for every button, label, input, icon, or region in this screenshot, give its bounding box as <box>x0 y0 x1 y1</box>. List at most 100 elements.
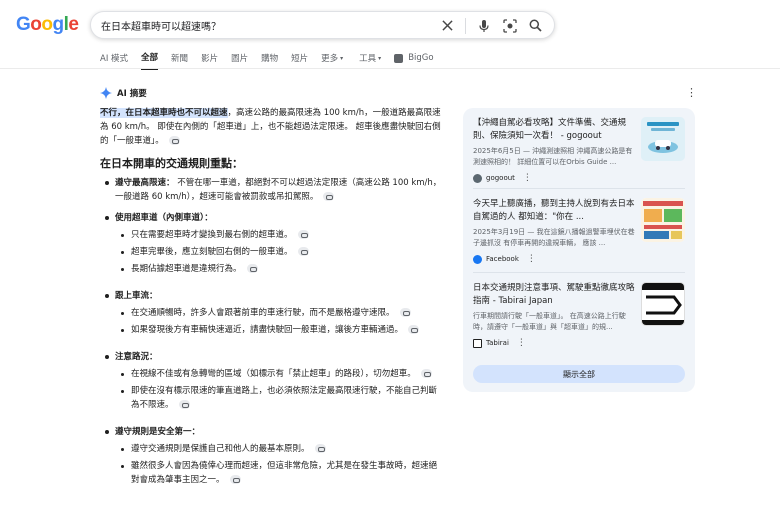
chevron-down-icon: ▾ <box>340 54 344 62</box>
sub-item-text: 如果發現後方有車輛快速逼近，請盡快駛回一般車道，讓後方車輛通過。 <box>131 325 404 335</box>
logo-letter: o <box>41 14 53 35</box>
source-title[interactable]: 【沖繩自駕必看攻略】文件準備、交通規則、保險須知一次看！ - gogoout <box>473 117 635 143</box>
sub-list-item: 遵守交通規則是保護自己和他人的最基本原則。 <box>100 442 445 456</box>
source-item[interactable]: 日本交通規則注意事項、駕駛重點徹底攻略指南 - Tabirai Japan 行車… <box>473 282 685 348</box>
tab-label: BigGo <box>408 53 434 63</box>
google-logo[interactable]: Google <box>16 14 79 36</box>
link-icon[interactable] <box>399 308 411 317</box>
link-icon[interactable] <box>168 136 180 145</box>
gogoout-favicon-icon <box>473 173 482 183</box>
chevron-down-icon: ▾ <box>378 54 382 62</box>
sub-list-item: 在視線不佳或有急轉彎的區域（如標示有「禁止超車」的路段），切勿超車。 <box>100 367 445 381</box>
ai-overview-body: 不行，在日本超車時也不可以超速，高速公路的最高限速為 100 km/h，一般道路… <box>100 106 445 487</box>
sub-item-text: 長期佔據超車道是違規行為。 <box>131 264 242 274</box>
show-all-button[interactable]: 顯示全部 <box>473 365 685 383</box>
sub-item-text: 只在需要超車時才變換到最右側的超車道。 <box>131 230 293 240</box>
source-item[interactable]: 今天早上聽廣播，聽到主持人說到有去日本自駕過的人 都知道："你在 ... 202… <box>473 198 685 264</box>
sub-list-item: 如果發現後方有車輛快速逼近，請盡快駛回一般車道，讓後方車輛通過。 <box>100 323 445 337</box>
source-site: Facebook ⋮ <box>473 254 685 264</box>
sparkle-icon <box>100 87 112 99</box>
ai-overview-header: AI 摘要 <box>100 87 147 99</box>
sub-item-text: 在視線不佳或有急轉彎的區域（如標示有「禁止超車」的路段），切勿超車。 <box>131 369 416 379</box>
link-icon[interactable] <box>420 369 432 378</box>
ai-overview-label: AI 摘要 <box>117 89 147 99</box>
tab-label: 更多 <box>321 54 339 64</box>
search-input[interactable]: 在日本超車時可以超速嗎？ <box>101 18 221 33</box>
source-thumbnail <box>641 282 685 326</box>
logo-letter: o <box>30 14 42 35</box>
sub-item-text: 超車完畢後，應立刻駛回右側的一般車道。 <box>131 247 293 257</box>
link-icon[interactable] <box>297 230 309 239</box>
facebook-icon <box>473 254 482 264</box>
source-title[interactable]: 今天早上聽廣播，聽到主持人說到有去日本自駕過的人 都知道："你在 ... <box>473 198 635 224</box>
search-icon[interactable] <box>527 17 544 34</box>
tab-label: 購物 <box>261 54 279 64</box>
biggo-icon <box>394 53 404 63</box>
source-snippet: 行車期間請行駛「一般車道」。 在高速公路上行駛時，請遵守「一般車道」與「超車道」… <box>473 312 626 331</box>
source-site: gogoout ⋮ <box>473 173 685 183</box>
tab-label: AI 模式 <box>100 54 129 64</box>
tab-label: 工具 <box>359 54 377 64</box>
clear-icon[interactable] <box>439 17 456 34</box>
source-item[interactable]: 【沖繩自駕必看攻略】文件準備、交通規則、保險須知一次看！ - gogoout 2… <box>473 117 685 183</box>
item-title: 跟上車流： <box>115 291 158 301</box>
source-thumbnail <box>641 198 685 242</box>
link-icon[interactable] <box>297 247 309 256</box>
item-title: 注意路況： <box>115 352 158 362</box>
list-item: 注意路況： <box>100 350 445 364</box>
link-icon[interactable] <box>178 400 190 409</box>
source-divider <box>473 188 685 189</box>
item-title: 遵守最高限速： <box>115 178 175 188</box>
sub-item-text: 雖然很多人會因為僥倖心理而超速，但這非常危險，尤其是在發生事故時，超速絕對會成為… <box>131 461 438 485</box>
sub-list-item: 只在需要超車時才變換到最右側的超車道。 <box>100 228 445 242</box>
link-icon[interactable] <box>229 475 241 484</box>
tabirai-icon <box>473 338 482 348</box>
list-item: 遵守最高限速： 不管在哪一車道，都絕對不可以超過法定限速（高速公路 100 km… <box>100 176 445 204</box>
source-thumbnail <box>641 117 685 161</box>
link-icon[interactable] <box>246 264 258 273</box>
logo-letter: g <box>52 14 65 35</box>
section-title: 在日本開車的交通規則重點： <box>100 157 243 170</box>
more-options-icon[interactable]: ⋮ <box>527 254 536 264</box>
sub-item-text: 在交通順暢時，許多人會跟著前車的車速行駛，而不是嚴格遵守速限。 <box>131 308 395 318</box>
tab-label: 圖片 <box>231 54 249 64</box>
logo-letter: e <box>68 14 79 35</box>
okinawa-driving-thumbnail-icon <box>641 117 685 161</box>
item-title: 使用超車道（內側車道）： <box>115 213 213 223</box>
sources-card: 【沖繩自駕必看攻略】文件準備、交通規則、保險須知一次看！ - gogoout 2… <box>463 108 695 392</box>
link-icon[interactable] <box>323 192 335 201</box>
source-divider <box>473 272 685 273</box>
microphone-icon[interactable] <box>475 17 492 34</box>
search-divider <box>465 17 466 34</box>
source-site-name: Facebook <box>486 255 519 263</box>
search-box[interactable]: 在日本超車時可以超速嗎？ <box>90 11 555 39</box>
source-site-name: Tabirai <box>486 339 509 347</box>
source-snippet: 2025年3月19日 — 我在這鏡八播報過警車埋伏在巷子邊抓沒 有停車再開的違規… <box>473 228 635 247</box>
sub-list-item: 在交通順暢時，許多人會跟著前車的車速行駛，而不是嚴格遵守速限。 <box>100 306 445 320</box>
logo-letter: G <box>16 14 31 35</box>
sub-list-item: 長期佔據超車道是違規行為。 <box>100 262 445 276</box>
sub-list-item: 雖然很多人會因為僥倖心理而超速，但這非常危險，尤其是在發生事故時，超速絕對會成為… <box>100 459 445 487</box>
source-title[interactable]: 日本交通規則注意事項、駕駛重點徹底攻略指南 - Tabirai Japan <box>473 282 635 308</box>
tab-label: 全部 <box>141 53 159 63</box>
news-collage-thumbnail-icon <box>641 198 685 242</box>
list-item: 遵守規則是安全第一： <box>100 425 445 439</box>
camera-lens-icon[interactable] <box>501 17 518 34</box>
list-item: 跟上車流： <box>100 289 445 303</box>
more-options-icon[interactable]: ⋮ <box>686 87 697 98</box>
road-arrows-thumbnail-icon <box>642 283 684 325</box>
tab-label: 新聞 <box>171 54 189 64</box>
answer-paragraph: 不行，在日本超車時也不可以超速，高速公路的最高限速為 100 km/h，一般道路… <box>100 106 445 148</box>
answer-highlight: 不行，在日本超車時也不可以超速 <box>100 108 228 118</box>
sub-item-text: 遵守交通規則是保護自己和他人的最基本原則。 <box>131 444 310 454</box>
source-snippet: 2025年6月5日 — 沖繩測速照相 沖繩高速公路是有測速照相的！ 詳細位置可以… <box>473 147 633 166</box>
list-item: 使用超車道（內側車道）： <box>100 211 445 225</box>
more-options-icon[interactable]: ⋮ <box>517 338 526 348</box>
link-icon[interactable] <box>408 325 420 334</box>
link-icon[interactable] <box>314 444 326 453</box>
tab-label: 影片 <box>201 54 219 64</box>
source-site-name: gogoout <box>486 174 515 182</box>
header-divider <box>0 68 780 69</box>
more-options-icon[interactable]: ⋮ <box>523 173 532 183</box>
sub-list-item: 即使在沒有標示限速的筆直道路上，也必須依照法定最高限速行駛，不能自己判斷為不限速… <box>100 384 445 412</box>
